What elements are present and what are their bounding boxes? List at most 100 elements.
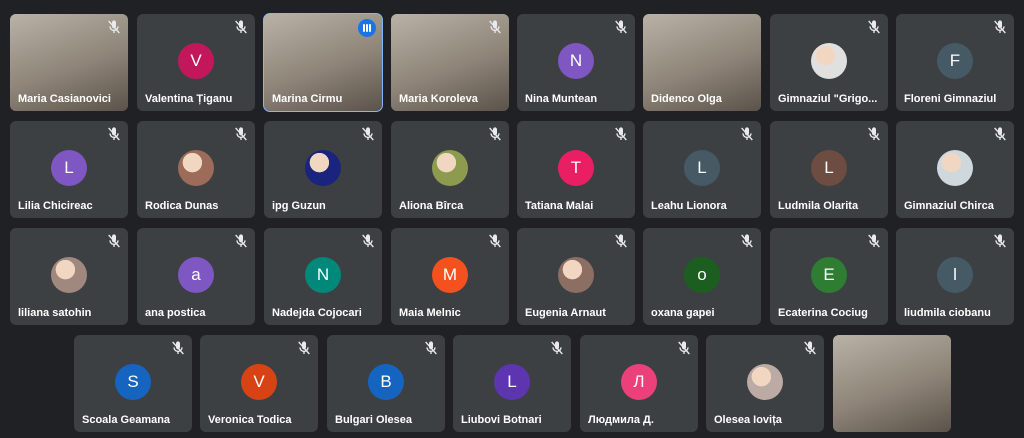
participant-tile[interactable]: Л Людмила Д. xyxy=(580,335,698,432)
participant-name: Maia Melnic xyxy=(399,307,461,319)
participant-tile[interactable]: B Bulgari Olesea xyxy=(327,335,445,432)
mic-muted-icon xyxy=(487,19,503,35)
participant-name: Olesea Iovița xyxy=(714,414,782,426)
participant-tile[interactable]: Gimnaziul "Grigo... xyxy=(770,14,888,111)
participant-tile[interactable]: Eugenia Arnaut xyxy=(517,228,635,325)
avatar xyxy=(51,257,87,293)
avatar: F xyxy=(937,43,973,79)
avatar: V xyxy=(241,364,277,400)
mic-muted-icon xyxy=(487,126,503,142)
avatar xyxy=(747,364,783,400)
avatar: L xyxy=(494,364,530,400)
participant-name: liliana satohin xyxy=(18,307,92,319)
avatar: E xyxy=(811,257,847,293)
participant-tile[interactable]: Olesea Iovița xyxy=(706,335,824,432)
participant-tile[interactable]: L Leahu Lionora xyxy=(643,121,761,218)
participant-name: Людмила Д. xyxy=(588,414,654,426)
participant-tile[interactable]: L Liubovi Botnari xyxy=(453,335,571,432)
participant-tile[interactable]: S Scoala Geamana xyxy=(74,335,192,432)
participant-tile[interactable]: o oxana gapei xyxy=(643,228,761,325)
participant-tile[interactable]: E Ecaterina Cociug xyxy=(770,228,888,325)
participant-tile[interactable]: Didenco Olga xyxy=(643,14,761,111)
participant-tile[interactable] xyxy=(833,335,951,432)
mic-muted-icon xyxy=(866,126,882,142)
participant-name: oxana gapei xyxy=(651,307,715,319)
mic-muted-icon xyxy=(613,19,629,35)
participant-name: Aliona Bîrca xyxy=(399,200,464,212)
participant-tile[interactable]: M Maia Melnic xyxy=(391,228,509,325)
participant-name: ipg Guzun xyxy=(272,200,326,212)
participant-tile[interactable]: Aliona Bîrca xyxy=(391,121,509,218)
avatar: B xyxy=(368,364,404,400)
avatar: S xyxy=(115,364,151,400)
mic-muted-icon xyxy=(360,233,376,249)
mic-muted-icon xyxy=(739,233,755,249)
avatar xyxy=(432,150,468,186)
participant-name: Liubovi Botnari xyxy=(461,414,542,426)
participant-tile[interactable]: Maria Casianovici xyxy=(10,14,128,111)
participant-tile[interactable]: N Nina Muntean xyxy=(517,14,635,111)
participant-tile[interactable]: N Nadejda Cojocari xyxy=(264,228,382,325)
avatar: o xyxy=(684,257,720,293)
participant-name: Leahu Lionora xyxy=(651,200,727,212)
participant-tile[interactable]: F Floreni Gimnaziul xyxy=(896,14,1014,111)
mic-muted-icon xyxy=(992,19,1008,35)
mic-muted-icon xyxy=(360,126,376,142)
participant-name: Floreni Gimnaziul xyxy=(904,93,997,105)
video-feed xyxy=(833,335,951,432)
avatar: l xyxy=(937,257,973,293)
participant-tile[interactable]: Gimnaziul Chirca xyxy=(896,121,1014,218)
participant-tile[interactable]: l liudmila ciobanu xyxy=(896,228,1014,325)
participant-name: Rodica Dunas xyxy=(145,200,219,212)
participant-tile[interactable]: ipg Guzun xyxy=(264,121,382,218)
participant-name: Ecaterina Cociug xyxy=(778,307,868,319)
participant-name: Marina Cirmu xyxy=(272,93,343,105)
participant-tile[interactable]: liliana satohin xyxy=(10,228,128,325)
mic-muted-icon xyxy=(423,340,439,356)
mic-muted-icon xyxy=(802,340,818,356)
avatar: a xyxy=(178,257,214,293)
mic-muted-icon xyxy=(613,233,629,249)
avatar: L xyxy=(51,150,87,186)
speaking-indicator-icon xyxy=(358,19,376,37)
avatar: L xyxy=(811,150,847,186)
participant-name: Nadejda Cojocari xyxy=(272,307,362,319)
avatar: L xyxy=(684,150,720,186)
mic-muted-icon xyxy=(106,126,122,142)
participant-name: ana postica xyxy=(145,307,206,319)
avatar: Л xyxy=(621,364,657,400)
mic-muted-icon xyxy=(676,340,692,356)
participant-tile[interactable]: T Tatiana Malai xyxy=(517,121,635,218)
mic-muted-icon xyxy=(296,340,312,356)
mic-muted-icon xyxy=(487,233,503,249)
participant-name: Tatiana Malai xyxy=(525,200,594,212)
participant-name: Scoala Geamana xyxy=(82,414,171,426)
participant-name: Gimnaziul "Grigo... xyxy=(778,93,878,105)
avatar: N xyxy=(305,257,341,293)
participant-name: Maria Koroleva xyxy=(399,93,478,105)
mic-muted-icon xyxy=(992,233,1008,249)
avatar: V xyxy=(178,43,214,79)
participant-name: Lilia Chicireac xyxy=(18,200,93,212)
mic-muted-icon xyxy=(106,19,122,35)
participant-tile[interactable]: L Ludmila Olarita xyxy=(770,121,888,218)
avatar xyxy=(305,150,341,186)
participant-tile[interactable]: V Valentina Țiganu xyxy=(137,14,255,111)
mic-muted-icon xyxy=(170,340,186,356)
participant-name: Veronica Todica xyxy=(208,414,292,426)
mic-muted-icon xyxy=(992,126,1008,142)
participant-tile[interactable]: L Lilia Chicireac xyxy=(10,121,128,218)
avatar: M xyxy=(432,257,468,293)
participant-tile[interactable]: Marina Cirmu xyxy=(263,13,383,112)
mic-muted-icon xyxy=(233,233,249,249)
mic-muted-icon xyxy=(549,340,565,356)
participant-tile[interactable]: Rodica Dunas xyxy=(137,121,255,218)
participant-tile[interactable]: a ana postica xyxy=(137,228,255,325)
participant-name: Didenco Olga xyxy=(651,93,722,105)
mic-muted-icon xyxy=(739,126,755,142)
participant-name: Nina Muntean xyxy=(525,93,598,105)
participant-name: Maria Casianovici xyxy=(18,93,111,105)
participant-tile[interactable]: V Veronica Todica xyxy=(200,335,318,432)
participant-tile[interactable]: Maria Koroleva xyxy=(391,14,509,111)
mic-muted-icon xyxy=(233,19,249,35)
